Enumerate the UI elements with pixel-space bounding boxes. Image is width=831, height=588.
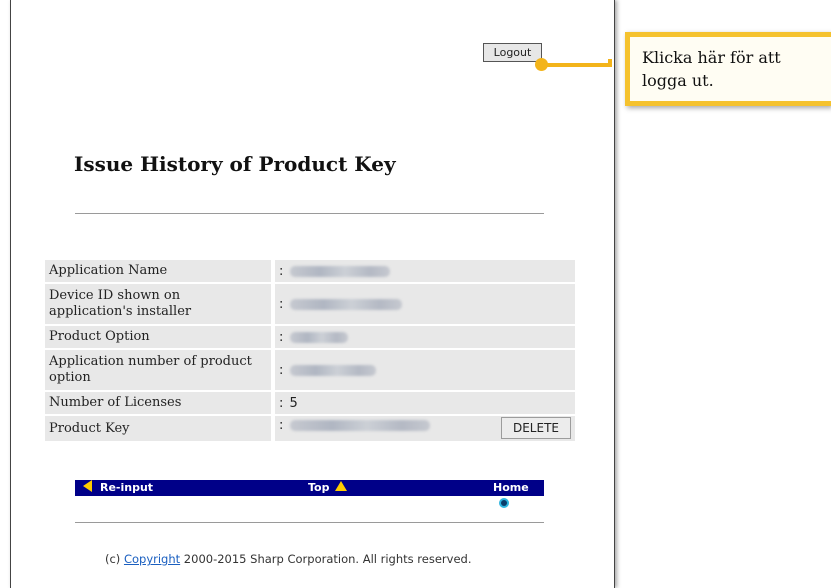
home-icon bbox=[497, 496, 511, 510]
divider bbox=[75, 213, 544, 214]
table-row: Product Key : DELETE bbox=[45, 416, 575, 441]
footer-suffix: 2000-2015 Sharp Corporation. All rights … bbox=[180, 552, 472, 566]
row-label: Application Name bbox=[45, 260, 275, 282]
bottom-nav-bar: Re-input Top Home bbox=[75, 480, 544, 510]
table-row: Product Option : bbox=[45, 326, 575, 348]
row-value: : bbox=[275, 326, 575, 348]
details-table: Application Name : Device ID shown on ap… bbox=[45, 258, 575, 443]
callout-box: Klicka här för att logga ut. bbox=[625, 32, 831, 106]
table-row: Application number of product option : bbox=[45, 350, 575, 390]
callout-connector bbox=[541, 63, 611, 67]
redacted-value bbox=[289, 298, 402, 310]
reinput-label: Re-input bbox=[100, 481, 154, 494]
row-label: Product Key bbox=[45, 416, 275, 441]
top-link[interactable]: Top bbox=[308, 480, 348, 496]
row-value-text: : bbox=[279, 296, 284, 312]
row-value-text: : bbox=[279, 362, 284, 378]
home-link[interactable]: Home bbox=[493, 480, 544, 510]
redacted-product-key bbox=[289, 420, 430, 431]
top-label: Top bbox=[308, 481, 330, 494]
row-label: Product Option bbox=[45, 326, 275, 348]
row-label: Device ID shown on application's install… bbox=[45, 284, 275, 324]
logout-button[interactable]: Logout bbox=[483, 43, 542, 62]
row-label: Application number of product option bbox=[45, 350, 275, 390]
footer: (c) Copyright 2000-2015 Sharp Corporatio… bbox=[105, 552, 471, 566]
page-title: Issue History of Product Key bbox=[74, 152, 396, 176]
license-count: : 5 bbox=[275, 392, 575, 414]
home-label: Home bbox=[493, 481, 529, 494]
row-value-text: : bbox=[279, 329, 284, 345]
row-value: : DELETE bbox=[275, 416, 575, 441]
divider bbox=[75, 522, 544, 523]
table-row: Device ID shown on application's install… bbox=[45, 284, 575, 324]
callout-text: Klicka här för att logga ut. bbox=[642, 48, 781, 90]
arrow-left-icon bbox=[83, 480, 92, 492]
table-row: Application Name : bbox=[45, 260, 575, 282]
arrow-up-icon bbox=[335, 481, 348, 491]
redacted-value bbox=[289, 265, 390, 277]
redacted-value bbox=[289, 364, 376, 376]
copyright-link[interactable]: Copyright bbox=[124, 552, 180, 566]
row-value: : bbox=[275, 284, 575, 324]
delete-button[interactable]: DELETE bbox=[501, 417, 571, 439]
footer-prefix: (c) bbox=[105, 552, 124, 566]
redacted-value bbox=[289, 331, 348, 343]
row-value-text: : bbox=[279, 418, 284, 433]
row-value: : bbox=[275, 350, 575, 390]
row-value-text: : bbox=[279, 263, 284, 279]
row-label: Number of Licenses bbox=[45, 392, 275, 414]
callout-connector-corner bbox=[608, 59, 612, 67]
reinput-link[interactable]: Re-input bbox=[83, 480, 153, 496]
table-row: Number of Licenses : 5 bbox=[45, 392, 575, 414]
row-value: : bbox=[275, 260, 575, 282]
